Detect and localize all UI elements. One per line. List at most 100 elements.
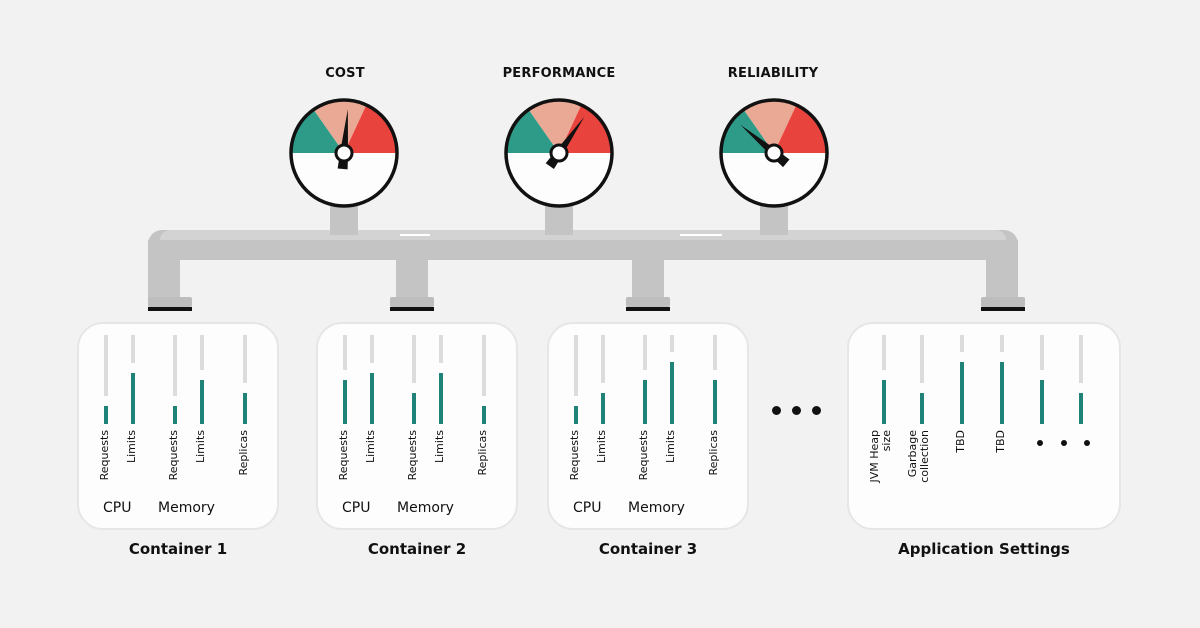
gauge-needle-hub	[334, 143, 354, 163]
pipe-leg-3	[632, 255, 664, 298]
flange-3	[626, 297, 670, 307]
bar-fill	[200, 380, 204, 424]
bar-gap	[200, 370, 204, 381]
bar-label: Limits	[595, 430, 608, 463]
flange-seal-4	[981, 307, 1025, 311]
ellipsis-dot	[1061, 440, 1067, 446]
flange-4	[981, 297, 1025, 307]
bar-gap	[574, 396, 578, 407]
level-bar	[1079, 335, 1083, 424]
bar-label: Replicas	[707, 430, 720, 476]
bar-label: Replicas	[237, 430, 250, 476]
bar-gap	[670, 351, 674, 362]
gauge-needle-hub	[549, 143, 569, 163]
bar-fill	[920, 392, 924, 424]
bar-gap	[104, 396, 108, 407]
bar-gap	[243, 382, 247, 393]
group-label-cpu: CPU	[573, 500, 602, 516]
bar-fill	[131, 373, 135, 424]
gauge-needle-hub	[764, 143, 784, 163]
bar-label: Limits	[364, 430, 377, 463]
pipe-leg-2	[396, 255, 428, 298]
pipe-shine	[400, 234, 430, 236]
bar-fill	[243, 392, 247, 424]
level-bar	[713, 335, 717, 424]
bar-label: Requests	[167, 430, 180, 481]
gauge-title-performance: PERFORMANCE	[502, 66, 616, 81]
level-bar	[173, 335, 177, 424]
bar-fill	[882, 380, 886, 424]
bar-gap	[713, 370, 717, 381]
bar-fill	[173, 406, 177, 424]
level-bar	[343, 335, 347, 424]
bar-label: Limits	[433, 430, 446, 463]
bar-label: Requests	[337, 430, 350, 481]
manifold-pipe-highlight	[160, 230, 1006, 240]
bar-fill	[439, 373, 443, 424]
ellipsis-dot	[812, 406, 821, 415]
bar-gap	[601, 382, 605, 393]
bar-gap	[439, 363, 443, 374]
setting-label: JVM Heap size	[868, 430, 893, 483]
group-label-memory: Memory	[397, 500, 454, 516]
ellipsis-dot	[1037, 440, 1043, 446]
level-bar	[104, 335, 108, 424]
bar-gap	[960, 351, 964, 362]
bar-fill	[412, 392, 416, 424]
pipe-leg-4	[986, 240, 1018, 298]
bar-label: Requests	[637, 430, 650, 481]
bar-fill	[1040, 380, 1044, 424]
bar-gap	[131, 363, 135, 374]
bar-fill	[370, 373, 374, 424]
bar-label: Requests	[406, 430, 419, 481]
bar-gap	[173, 396, 177, 407]
level-bar	[200, 335, 204, 424]
ellipsis-dot	[772, 406, 781, 415]
flange-1	[148, 297, 192, 307]
bar-gap	[1040, 370, 1044, 381]
bar-gap	[1000, 351, 1004, 362]
level-bar	[574, 335, 578, 424]
bar-gap	[1079, 382, 1083, 393]
group-label-memory: Memory	[158, 500, 215, 516]
level-bar	[243, 335, 247, 424]
level-bar	[920, 335, 924, 424]
level-bar	[370, 335, 374, 424]
bar-label: Limits	[125, 430, 138, 463]
level-bar	[882, 335, 886, 424]
bar-fill	[643, 380, 647, 424]
bar-fill	[1079, 392, 1083, 424]
ellipsis-dot	[1084, 440, 1090, 446]
bar-label: Limits	[194, 430, 207, 463]
setting-label: Garbage collection	[906, 430, 931, 483]
bar-fill	[713, 380, 717, 424]
performance-gauge	[504, 98, 614, 208]
level-bar	[670, 335, 674, 424]
setting-label: TBD	[994, 430, 1007, 453]
bar-gap	[882, 370, 886, 381]
bar-gap	[643, 370, 647, 381]
container-3-title: Container 3	[598, 540, 698, 558]
container-2-title: Container 2	[367, 540, 467, 558]
pipe-leg-1	[148, 240, 180, 298]
gauge-title-reliability: RELIABILITY	[727, 66, 819, 81]
bar-gap	[343, 370, 347, 381]
bar-label: Requests	[568, 430, 581, 481]
level-bar	[412, 335, 416, 424]
level-bar	[1040, 335, 1044, 424]
level-bar	[1000, 335, 1004, 424]
flange-2	[390, 297, 434, 307]
flange-seal-3	[626, 307, 670, 311]
bar-label: Requests	[98, 430, 111, 481]
bar-fill	[104, 406, 108, 424]
bar-gap	[920, 382, 924, 393]
group-label-cpu: CPU	[103, 500, 132, 516]
level-bar	[482, 335, 486, 424]
bar-fill	[482, 406, 486, 424]
bar-fill	[601, 392, 605, 424]
bar-fill	[343, 380, 347, 424]
bar-label: Replicas	[476, 430, 489, 476]
bar-fill	[574, 406, 578, 424]
reliability-gauge	[719, 98, 829, 208]
flange-seal-1	[148, 307, 192, 311]
